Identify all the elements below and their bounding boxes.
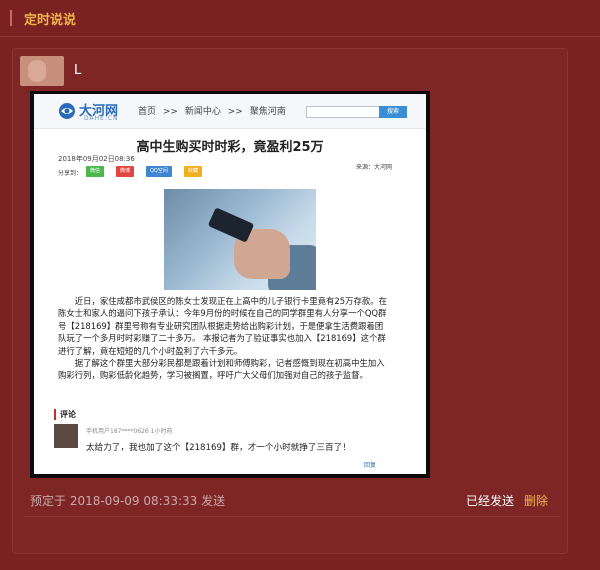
scheduled-time: 预定于 2018-09-09 08:33:33 发送 [30,494,226,508]
breadcrumb: 首页 >> 新闻中心 >> 聚焦河南 [138,104,290,117]
article-headline: 高中生购买时时彩，竟盈利25万 [136,140,324,155]
site-header: 大河网 DAHE.CN 首页 >> 新闻中心 >> 聚焦河南 搜索 [34,94,426,129]
crumb-henan: 聚焦河南 [249,107,286,117]
share-label: 分享到： [58,170,83,177]
crumb-news: 新闻中心 [184,107,221,117]
share-wechat-button: 微信 [86,166,105,177]
title-accent-bar [10,10,12,26]
commenter-avatar [54,424,78,448]
avatar[interactable] [20,56,64,86]
article-photo [164,189,316,290]
article-body: 近日，家住成都市武侯区的陈女士发现正在上高中的儿子银行卡里竟有25万存款。在陈女… [58,295,388,382]
article-source: 来源：大河网 [356,164,393,171]
status-badge: 已经发送 [466,494,515,508]
photo-phone [207,207,255,243]
site-sub: DAHE.CN [84,115,119,122]
avatar-blur [28,60,46,82]
share-qzone-button: QQ空间 [146,166,172,177]
delete-button[interactable]: 删除 [524,492,548,509]
comment-text: 太给力了，我也加了这个【218169】群，才一个小时就挣了三百了！ [86,443,351,453]
article-date: 2018年09月02日08:36 [58,155,135,163]
site-logo-icon [59,103,75,119]
crumb-home: 首页 [138,107,157,117]
post-image[interactable]: 大河网 DAHE.CN 首页 >> 新闻中心 >> 聚焦河南 搜索 高中生购买时… [30,91,430,478]
top-bar: 定时说说 [0,0,600,37]
site-search-button: 搜索 [379,106,407,118]
share-weibo-button: 微博 [116,166,135,177]
crumb-sep: >> [227,107,243,117]
divider [24,516,560,517]
comment-section-title: 评论 [54,409,76,420]
article-paragraph: 据了解这个群里大部分彩民都是跟着计划和师傅购彩，记者感慨到现在初高中生加入购彩行… [58,358,385,381]
article-paragraph: 近日，家住成都市武侯区的陈女士发现正在上高中的儿子银行卡里竟有25万存款。在陈女… [58,296,387,356]
article-screenshot: 大河网 DAHE.CN 首页 >> 新闻中心 >> 聚焦河南 搜索 高中生购买时… [34,94,426,474]
crumb-sep: >> [162,107,178,117]
share-favorite-button: 收藏 [184,166,203,177]
comment-meta: 手机用户187****0626 1小时前 [86,428,173,435]
comment-reply-link: 回复 [364,462,377,469]
page-title: 定时说说 [24,13,77,28]
site-search-input [306,106,380,118]
username[interactable]: L [74,63,81,78]
